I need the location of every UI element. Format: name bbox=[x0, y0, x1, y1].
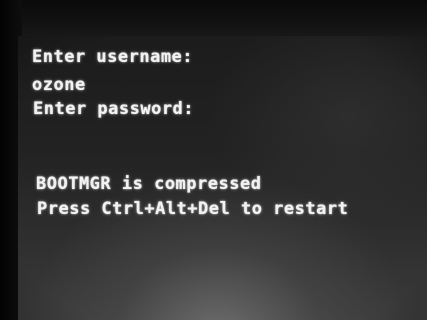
monitor-bezel-top bbox=[0, 0, 427, 40]
restart-instruction: Press Ctrl+Alt+Del to restart bbox=[37, 199, 349, 219]
username-prompt: Enter username: bbox=[32, 47, 194, 67]
monitor-photo: Enter username: ozone Enter password: BO… bbox=[0, 0, 427, 320]
password-prompt: Enter password: bbox=[33, 99, 195, 119]
bootmgr-error-message: BOOTMGR is compressed bbox=[36, 174, 262, 194]
username-entry: ozone bbox=[32, 75, 86, 95]
